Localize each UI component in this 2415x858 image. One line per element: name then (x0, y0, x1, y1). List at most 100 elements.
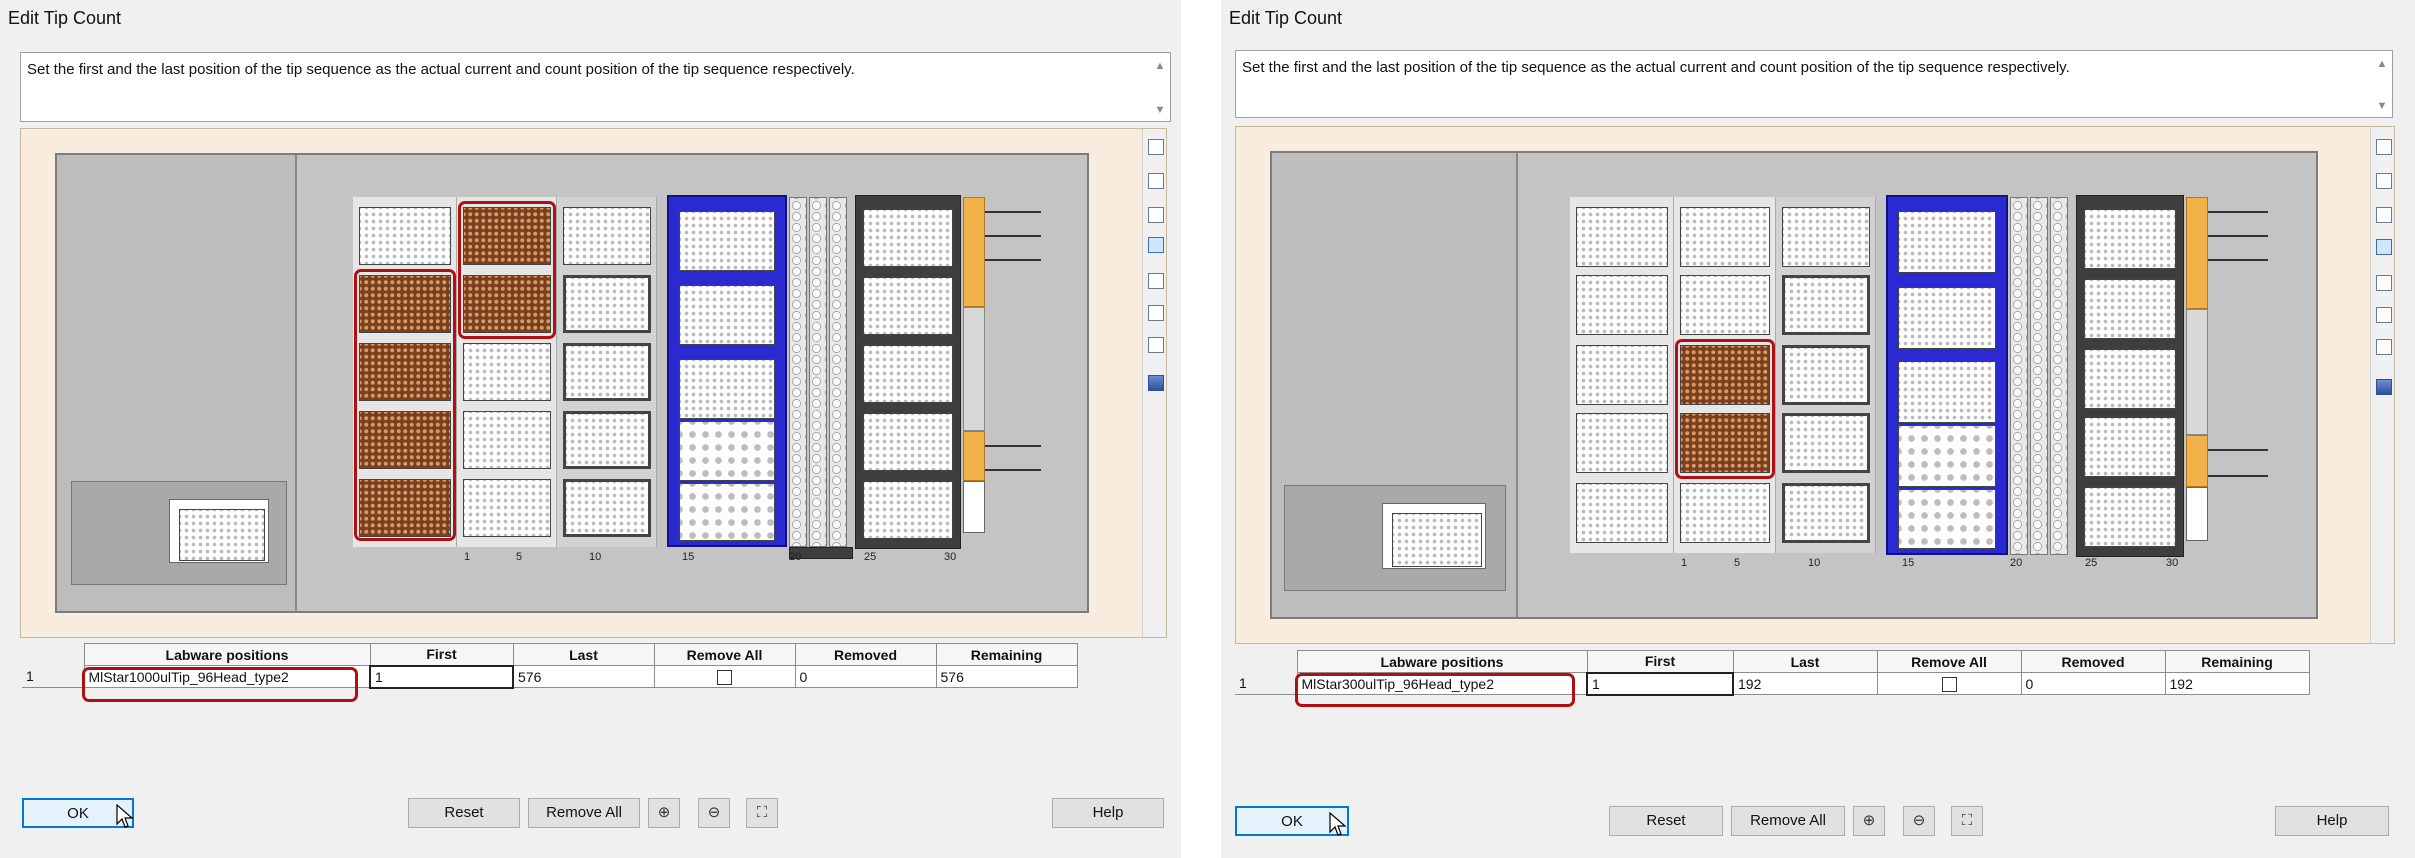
scroll-up-icon[interactable]: ▲ (2375, 57, 2389, 71)
labware-position[interactable] (2084, 487, 2176, 547)
column-header: Remaining (935, 643, 1078, 666)
fit-to-window-icon[interactable]: ⛶ (1951, 806, 1983, 836)
labware-position[interactable] (1782, 345, 1870, 405)
remove-all-cell[interactable] (1876, 672, 2022, 695)
labware-position[interactable] (1782, 483, 1870, 543)
labware-position[interactable] (1898, 211, 1996, 273)
first-field[interactable]: 1 (369, 664, 514, 689)
waste-plate (1392, 513, 1482, 567)
position-tick: 25 (2085, 557, 2098, 569)
labware-position[interactable] (1576, 275, 1668, 335)
view-3d-left-icon[interactable] (2376, 207, 2392, 223)
labware-position[interactable] (863, 345, 953, 403)
zoom-out-icon[interactable]: ⊖ (1903, 806, 1935, 836)
labware-position[interactable] (1576, 345, 1668, 405)
labware-position[interactable] (2084, 279, 2176, 339)
view-3d-back-icon[interactable] (2376, 173, 2392, 189)
labware-position[interactable] (563, 207, 651, 265)
scroll-up-icon[interactable]: ▲ (1153, 59, 1167, 73)
labware-position[interactable] (679, 285, 775, 345)
zoom-in-icon[interactable]: ⊕ (648, 798, 680, 828)
column-header: Remove All (653, 643, 796, 666)
last-field[interactable]: 576 (512, 665, 655, 688)
labware-position[interactable] (563, 411, 651, 469)
labware-position[interactable] (1782, 275, 1870, 335)
view-3d-back-icon[interactable] (1148, 173, 1164, 189)
tube-rack[interactable] (809, 197, 827, 547)
remove-all-checkbox[interactable] (717, 669, 732, 685)
tube-rack[interactable] (2030, 197, 2048, 555)
deck-view: 1 5 10 15 20 25 30 (20, 128, 1167, 638)
view-iso-icon[interactable] (2376, 339, 2392, 355)
fit-to-window-icon[interactable]: ⛶ (746, 798, 778, 828)
position-tick: 10 (589, 551, 602, 563)
remove-all-button[interactable]: Remove All (528, 798, 640, 828)
view-3d-right-icon[interactable] (1148, 273, 1164, 289)
wire (2208, 211, 2268, 213)
view-3d-front-icon[interactable] (1148, 139, 1164, 155)
labware-position[interactable] (1576, 483, 1668, 543)
help-button[interactable]: Help (1052, 798, 1164, 828)
position-tick: 15 (682, 551, 695, 563)
scroll-down-icon[interactable]: ▼ (1153, 103, 1167, 117)
tube-rack[interactable] (829, 197, 847, 547)
layers-icon[interactable] (1148, 375, 1164, 391)
dialog-title: Edit Tip Count (1229, 8, 1343, 28)
labware-position[interactable] (1680, 483, 1770, 543)
tube-rack[interactable] (2010, 197, 2028, 555)
deep-well-plate[interactable] (1898, 489, 1996, 549)
labware-position[interactable] (463, 411, 551, 469)
view-top-icon[interactable] (2376, 239, 2392, 255)
remove-all-button[interactable]: Remove All (1731, 806, 1845, 836)
labware-position[interactable] (563, 479, 651, 537)
deep-well-plate[interactable] (1898, 425, 1996, 487)
labware-position[interactable] (679, 359, 775, 419)
reset-button[interactable]: Reset (1609, 806, 1723, 836)
labware-position[interactable] (1898, 287, 1996, 349)
labware-position[interactable] (1782, 413, 1870, 473)
deep-well-plate[interactable] (679, 421, 775, 481)
view-3d-front-icon[interactable] (2376, 139, 2392, 155)
labware-position[interactable] (359, 207, 451, 265)
labware-position[interactable] (863, 481, 953, 539)
scroll-down-icon[interactable]: ▼ (2375, 99, 2389, 113)
labware-position[interactable] (863, 277, 953, 335)
view-iso-icon[interactable] (1148, 337, 1164, 353)
zoom-in-icon[interactable]: ⊕ (1853, 806, 1885, 836)
remove-all-cell[interactable] (653, 665, 796, 688)
first-field[interactable]: 1 (1586, 671, 1734, 696)
labware-position[interactable] (1576, 413, 1668, 473)
labware-position[interactable] (2084, 209, 2176, 269)
labware-position[interactable] (463, 479, 551, 537)
view-side-icon[interactable] (2376, 307, 2392, 323)
tube-rack[interactable] (2050, 197, 2068, 555)
deep-well-plate[interactable] (679, 483, 775, 541)
separator (1181, 0, 1221, 858)
view-top-icon[interactable] (1148, 237, 1164, 253)
labware-position[interactable] (1898, 361, 1996, 423)
labware-position[interactable] (863, 209, 953, 267)
last-field[interactable]: 192 (1732, 672, 1878, 695)
labware-position[interactable] (1680, 275, 1770, 335)
zoom-out-icon[interactable]: ⊖ (698, 798, 730, 828)
view-3d-left-icon[interactable] (1148, 207, 1164, 223)
labware-position[interactable] (1576, 207, 1668, 267)
side-module (2186, 487, 2208, 541)
labware-position[interactable] (679, 211, 775, 271)
labware-position[interactable] (1782, 207, 1870, 267)
labware-position[interactable] (563, 275, 651, 333)
view-side-icon[interactable] (1148, 305, 1164, 321)
layers-icon[interactable] (2376, 379, 2392, 395)
labware-position[interactable] (2084, 349, 2176, 409)
labware-position[interactable] (2084, 417, 2176, 477)
wire (985, 445, 1041, 447)
labware-position[interactable] (863, 413, 953, 471)
labware-position[interactable] (563, 343, 651, 401)
view-3d-right-icon[interactable] (2376, 275, 2392, 291)
tube-rack[interactable] (789, 197, 807, 547)
labware-position[interactable] (463, 343, 551, 401)
help-button[interactable]: Help (2275, 806, 2389, 836)
labware-position[interactable] (1680, 207, 1770, 267)
reset-button[interactable]: Reset (408, 798, 520, 828)
remove-all-checkbox[interactable] (1941, 676, 1957, 692)
